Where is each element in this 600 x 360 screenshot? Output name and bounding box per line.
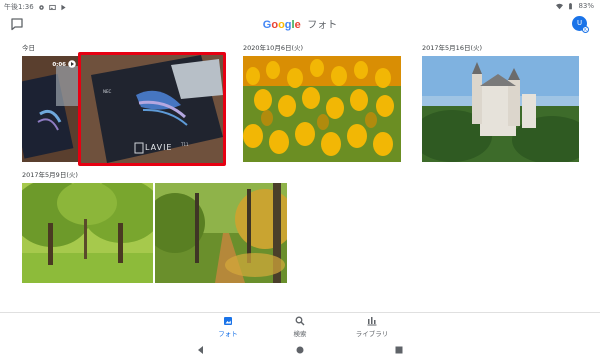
search-icon [295, 316, 305, 326]
app-title: Google フォト [0, 16, 600, 31]
photo-laptop-box[interactable]: NEC LAVIE T11 [81, 55, 223, 163]
nav-photos-label: フォト [218, 330, 238, 338]
video-duration: 0:06 [52, 62, 66, 68]
status-time: 午後1:36 [4, 3, 34, 11]
wifi-icon [556, 3, 564, 9]
back-icon[interactable] [196, 345, 206, 355]
gallery-icon [49, 4, 56, 10]
status-bar: 午後1:36 83% [0, 0, 600, 12]
nav-library[interactable]: ライブラリ [342, 316, 402, 338]
avatar[interactable]: U K [572, 16, 589, 33]
bottom-divider [0, 312, 600, 313]
home-icon[interactable] [295, 345, 305, 355]
nav-search-label: 検索 [293, 330, 307, 338]
box-brand-text: LAVIE [145, 143, 173, 152]
library-icon [367, 317, 377, 326]
photo-park-trees[interactable] [22, 183, 153, 283]
photo-forest-path[interactable] [155, 183, 287, 283]
battery-percent: 83% [578, 2, 594, 10]
photo-tulips[interactable] [243, 56, 401, 162]
photo-video-laptop[interactable]: 0:06 [22, 56, 78, 162]
battery-icon [569, 2, 573, 9]
nav-search[interactable]: 検索 [270, 316, 330, 338]
box-badge-text: NEC [103, 89, 112, 94]
avatar-letter: U [576, 19, 583, 27]
google-logo: Google [262, 19, 301, 31]
date-label-today: 今日 [22, 44, 35, 52]
photo-icon [224, 317, 232, 325]
nav-photos[interactable]: フォト [198, 316, 258, 338]
date-label-2017-05-16: 2017年5月16日(火) [422, 44, 483, 52]
play-store-icon [61, 4, 66, 10]
system-nav-bar [0, 340, 600, 360]
play-icon [68, 60, 76, 68]
box-model-text: T11 [181, 142, 189, 147]
avatar-badge: K [582, 26, 589, 33]
date-label-2020-10-06: 2020年10月6日(火) [243, 44, 304, 52]
product-name: フォト [307, 20, 338, 31]
date-label-2017-05-09: 2017年5月9日(火) [22, 171, 78, 179]
app-header: Google フォト U K [0, 12, 600, 36]
settings-icon [38, 4, 44, 10]
nav-library-label: ライブラリ [355, 330, 389, 338]
recents-icon[interactable] [394, 345, 404, 355]
photo-castle[interactable] [422, 56, 579, 162]
